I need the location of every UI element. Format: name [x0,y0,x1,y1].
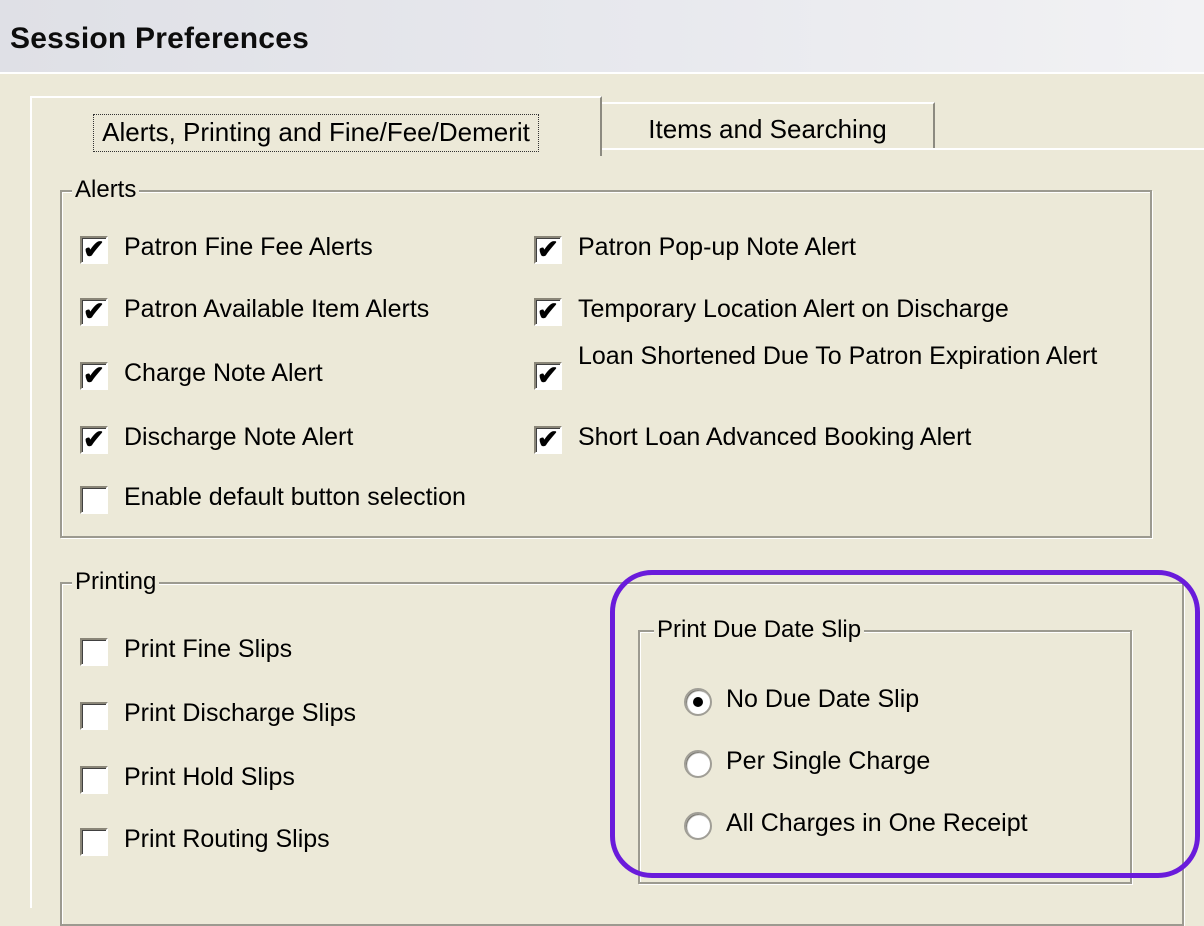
temporary-location-alert-checkbox[interactable]: ✔ [534,296,562,326]
per-single-charge-radio[interactable] [684,750,712,778]
check-mark-icon: ✔ [83,360,105,390]
print-routing-slips-label: Print Routing Slips [124,825,330,853]
check-mark-icon: ✔ [83,296,105,326]
check-mark-icon: ✔ [537,360,559,390]
discharge-note-alert-label: Discharge Note Alert [124,423,354,451]
due-date-slip-group: Print Due Date Slip No Due Date Slip Per… [638,615,1132,884]
printing-group: Printing Print Fine Slips Print Discharg… [60,567,1184,926]
enable-default-button-selection-label: Enable default button selection [124,483,466,511]
short-loan-booking-alert-label: Short Loan Advanced Booking Alert [578,423,972,451]
tab-alerts-printing-label: Alerts, Printing and Fine/Fee/Demerit [93,114,539,152]
patron-available-item-alerts-checkbox[interactable]: ✔ [80,296,108,326]
loan-shortened-alert-checkbox[interactable]: ✔ [534,360,562,390]
per-single-charge-label: Per Single Charge [726,747,931,775]
tab-panel: Alerts ✔ Patron Fine Fee Alerts ✔ Patron… [30,148,1204,926]
print-routing-slips-checkbox[interactable] [80,828,108,856]
alerts-legend: Alerts [72,175,140,205]
charge-note-alert-checkbox[interactable]: ✔ [80,360,108,390]
print-discharge-slips-label: Print Discharge Slips [124,699,357,727]
all-charges-one-receipt-label: All Charges in One Receipt [726,809,1028,837]
discharge-note-alert-checkbox[interactable]: ✔ [80,424,108,454]
patron-fine-fee-alerts-checkbox[interactable]: ✔ [80,234,108,264]
check-mark-icon: ✔ [537,424,559,454]
patron-popup-note-alert-checkbox[interactable]: ✔ [534,234,562,264]
patron-fine-fee-alerts-label: Patron Fine Fee Alerts [124,233,373,261]
loan-shortened-alert-label: Loan Shortened Due To Patron Expiration … [578,342,1098,370]
print-fine-slips-checkbox[interactable] [80,638,108,666]
short-loan-booking-alert-checkbox[interactable]: ✔ [534,424,562,454]
enable-default-button-selection-checkbox[interactable] [80,486,108,514]
patron-popup-note-alert-label: Patron Pop-up Note Alert [578,233,856,261]
check-mark-icon: ✔ [83,234,105,264]
all-charges-one-receipt-radio[interactable] [684,812,712,840]
title-divider [0,72,1204,74]
check-mark-icon: ✔ [537,234,559,264]
dialog-title-bar: Session Preferences [0,0,1204,74]
no-due-date-slip-radio[interactable] [684,688,712,716]
dialog-title: Session Preferences [10,22,309,55]
no-due-date-slip-label: No Due Date Slip [726,685,920,713]
tab-items-searching[interactable]: Items and Searching [602,102,935,150]
print-discharge-slips-checkbox[interactable] [80,702,108,730]
patron-available-item-alerts-label: Patron Available Item Alerts [124,295,430,323]
tab-alerts-printing[interactable]: Alerts, Printing and Fine/Fee/Demerit [30,96,602,156]
check-mark-icon: ✔ [537,296,559,326]
charge-note-alert-label: Charge Note Alert [124,359,323,387]
due-date-slip-legend: Print Due Date Slip [654,615,865,645]
print-hold-slips-label: Print Hold Slips [124,763,295,791]
print-hold-slips-checkbox[interactable] [80,766,108,794]
check-mark-icon: ✔ [83,424,105,454]
print-fine-slips-label: Print Fine Slips [124,635,293,663]
radio-dot-icon [693,697,703,707]
tab-items-searching-label: Items and Searching [648,114,887,144]
alerts-group: Alerts ✔ Patron Fine Fee Alerts ✔ Patron… [60,175,1152,538]
temporary-location-alert-label: Temporary Location Alert on Discharge [578,295,1009,323]
printing-legend: Printing [72,567,160,597]
